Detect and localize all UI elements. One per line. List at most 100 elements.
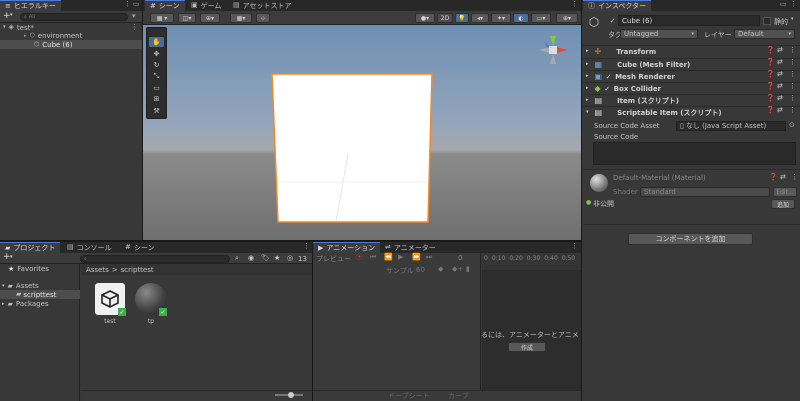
scale-tool-icon[interactable]: ⤡ [149,71,164,81]
hierarchy-item-cube-6[interactable]: ⬡ Cube (6) [0,40,142,49]
layer-dropdown[interactable]: Default ▾ [734,29,795,39]
source-code-asset-field[interactable]: ▯ なし (Java Script Asset) [676,121,786,131]
help-icon[interactable]: ❓ [766,71,775,78]
expand-arrow-icon[interactable]: ▸ [586,49,589,54]
preview-button[interactable]: プレビュー [316,254,351,264]
draw-mode-dropdown[interactable]: ▦ ▾ [150,13,174,23]
transform-tool-icon[interactable]: ⊞ [149,94,164,104]
add-event-icon[interactable]: ▮ [466,266,470,273]
search-scope-icon[interactable]: ⌕ [235,255,239,262]
enabled-checkbox[interactable]: ✓ [604,85,611,93]
event-track[interactable] [482,264,581,271]
expand-arrow-icon[interactable]: ▾ [2,283,5,289]
next-frame-icon[interactable]: ⏩ [412,254,421,261]
more-menu-icon[interactable]: ⋮ [789,95,796,102]
more-menu-icon[interactable]: ⋮ [131,24,138,31]
global-dropdown[interactable]: ⊕▾ [200,13,220,23]
more-menu-icon[interactable]: ⋮ [789,83,796,90]
move-tool-icon[interactable]: ✥ [149,49,164,59]
cube-object[interactable] [266,70,438,228]
more-menu-icon[interactable]: ⋮ [789,71,796,78]
keyframe-diamond-icon[interactable]: ◆ [438,266,443,273]
enabled-checkbox[interactable]: ✓ [605,73,612,81]
expand-arrow-icon[interactable]: ▸ [2,301,5,307]
more-menu-icon[interactable]: ⋮ [571,243,578,250]
source-code-textarea[interactable] [593,142,796,165]
preset-icon[interactable]: ⇄ [777,59,783,66]
tab-game[interactable]: ▣ ゲーム [186,0,226,11]
audio-toggle[interactable]: ◂▾ [471,13,489,23]
hierarchy-item-environment[interactable]: ▸ ⬡ environment [0,32,142,40]
hidden-objects-toggle[interactable]: ◐ [513,13,529,23]
shader-edit-button[interactable]: Edit... [773,187,797,197]
expand-arrow-icon[interactable]: ▸ [586,98,589,103]
add-component-button[interactable]: コンポーネントを追加 [628,233,753,245]
tree-item-favorites[interactable]: ★ Favorites [0,264,80,274]
favorite-icon[interactable]: ★ [274,255,280,262]
lock-icon[interactable]: ▭ [780,1,787,8]
help-icon[interactable]: ❓ [766,95,775,102]
curves-tab[interactable]: カーブ [448,391,469,401]
scene-row[interactable]: ▾ ◈ test* ⋮ [0,23,142,32]
more-menu-icon[interactable]: ⋮ [790,1,797,8]
tab-hierarchy[interactable]: ≡ ヒエラルキー [0,0,61,11]
project-search-input[interactable]: ⌕ [80,255,230,263]
rotate-tool-icon[interactable]: ↻ [149,60,164,70]
preset-icon[interactable]: ⇄ [780,174,786,181]
expand-arrow-icon[interactable]: ▾ [586,110,589,115]
timeline-ruler[interactable]: 0 0:10 0:20 0:30 0:40 0:50 [482,253,581,264]
sample-field[interactable]: 60 [416,266,425,274]
tree-item-scripttest[interactable]: ▰ scripttest [0,290,80,299]
gizmos-dropdown[interactable]: ⊕▾ [556,13,578,23]
help-icon[interactable]: ❓ [766,59,775,66]
record-icon[interactable]: ⦿ [356,254,363,261]
scene-orientation-gizmo[interactable] [535,32,571,68]
hand-tool-icon[interactable]: ✋ [149,37,164,47]
expand-arrow-icon[interactable]: ▸ [586,74,589,79]
label-filter-icon[interactable]: 🏷 [261,255,270,262]
tab-inspector[interactable]: ⓘ インスペクター [583,0,652,11]
rect-tool-icon[interactable]: ▭ [149,83,164,93]
play-icon[interactable]: ▶ [398,254,403,261]
chevron-down-icon[interactable]: ▾ [10,255,13,260]
dopesheet-tab[interactable]: ドープシート [388,391,430,401]
chevron-down-icon[interactable]: ▾ [10,13,13,18]
custom-tool-icon[interactable]: ⚒ [149,106,164,116]
chevron-down-icon[interactable]: ▾ [791,17,794,22]
breadcrumb-scripttest[interactable]: scripttest [121,266,154,274]
effects-dropdown[interactable]: ✦▾ [491,13,511,23]
more-menu-icon[interactable]: ⋮ [303,243,310,250]
type-filter-icon[interactable]: ◉ [248,255,254,262]
camera-dropdown[interactable]: ▭▾ [531,13,551,23]
tag-dropdown[interactable]: Untagged ▾ [620,29,698,39]
object-name-input[interactable]: Cube (6) [618,15,760,26]
object-picker-icon[interactable]: ⊙ [789,122,795,129]
preset-icon[interactable]: ⇄ [777,107,783,114]
expand-arrow-icon[interactable]: ▸ [24,33,27,39]
preset-icon[interactable]: ⇄ [777,95,783,102]
preset-icon[interactable]: ⇄ [777,47,783,54]
tab-asset-store[interactable]: ▤ アセットストア [228,0,297,11]
help-icon[interactable]: ❓ [766,107,775,114]
help-icon[interactable]: ❓ [769,174,778,181]
preset-icon[interactable]: ⇄ [777,83,783,90]
prev-frame-icon[interactable]: ⏪ [384,254,393,261]
breadcrumb-assets[interactable]: Assets [86,266,109,274]
tab-console[interactable]: ▤ コンソール [62,242,117,253]
add-keyframe-icon[interactable]: ◆+ [452,266,463,273]
tab-scene[interactable]: # シーン [145,0,185,11]
last-frame-icon[interactable]: ⏭ [426,254,432,261]
toggle-2d-button[interactable]: 2D [437,13,453,23]
help-icon[interactable]: ❓ [766,47,775,54]
more-menu-icon[interactable]: ⋮ [791,174,798,181]
shader-dropdown[interactable]: Standard [640,187,770,197]
expand-arrow-icon[interactable]: ▾ [3,25,6,30]
zoom-slider-handle[interactable] [288,392,294,398]
lock-icon[interactable]: ▭ [133,1,140,8]
tab-animator[interactable]: ⇌ アニメーター [380,242,441,253]
filter-icon[interactable]: ▾ [132,13,136,20]
expand-arrow-icon[interactable]: ▸ [586,62,589,67]
tab-animation[interactable]: ▶ アニメーション [313,242,381,253]
frame-field[interactable]: 0 [458,254,462,262]
preset-icon[interactable]: ⇄ [777,71,783,78]
